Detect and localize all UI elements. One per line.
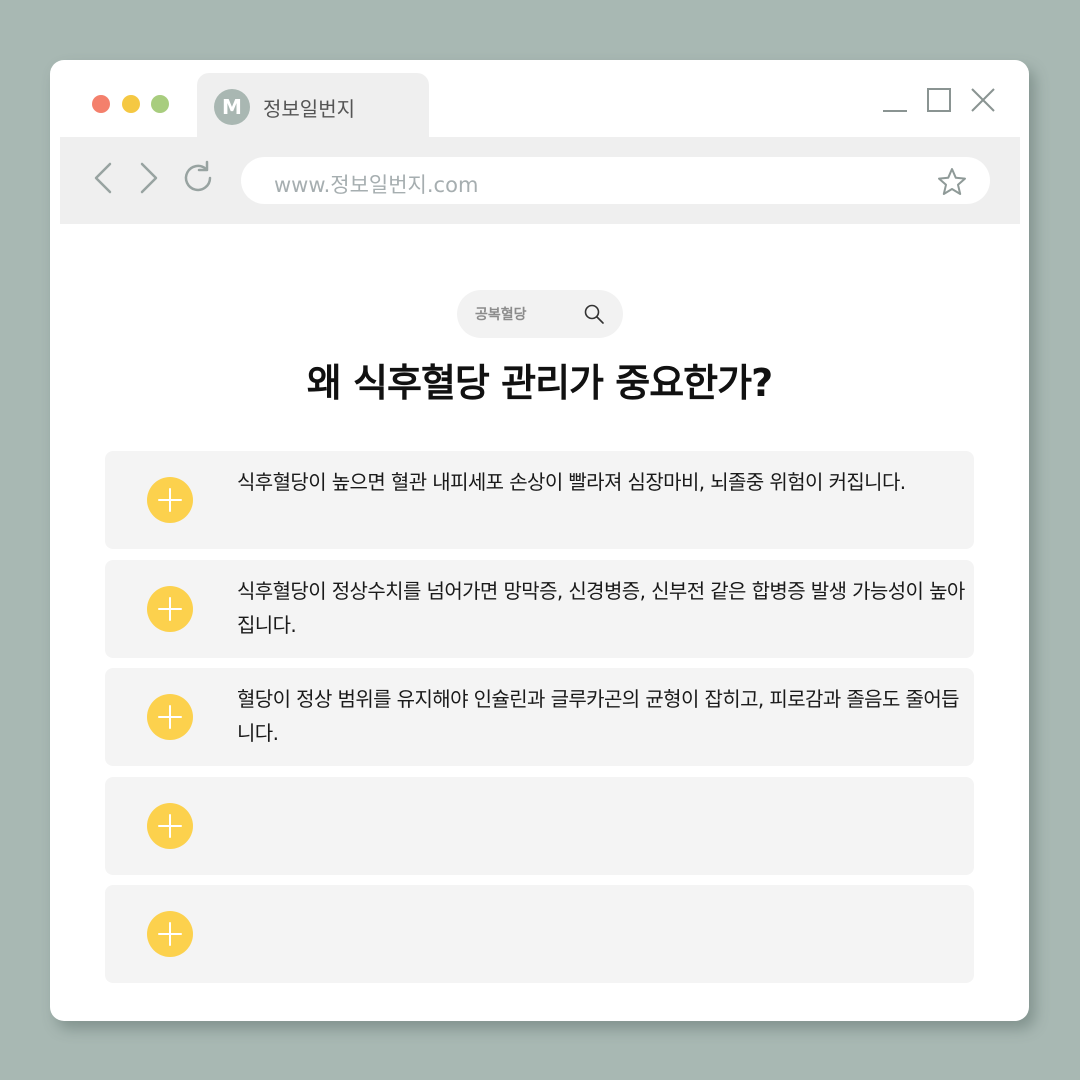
star-icon[interactable]	[936, 166, 968, 198]
close-icon[interactable]	[968, 85, 998, 115]
maximize-icon[interactable]	[924, 85, 954, 115]
info-card[interactable]: 식후혈당이 높으면 혈관 내피세포 손상이 빨라져 심장마비, 뇌졸중 위험이 …	[105, 451, 974, 549]
info-card-text: 식후혈당이 정상수치를 넘어가면 망막증, 신경병증, 신부전 같은 합병증 발…	[237, 579, 965, 637]
info-card[interactable]: 식후혈당이 정상수치를 넘어가면 망막증, 신경병증, 신부전 같은 합병증 발…	[105, 560, 974, 658]
info-card-text: 혈당이 정상 범위를 유지해야 인슐린과 글루카곤의 균형이 잡히고, 피로감과…	[237, 687, 960, 745]
plus-icon[interactable]	[147, 586, 193, 632]
back-arrow-icon[interactable]	[86, 160, 122, 196]
tab-title: 정보일번지	[263, 97, 355, 121]
info-card-text: 식후혈당이 높으면 혈관 내피세포 손상이 빨라져 심장마비, 뇌졸중 위험이 …	[237, 470, 906, 494]
plus-icon[interactable]	[147, 477, 193, 523]
close-dot-icon[interactable]	[92, 95, 110, 113]
forward-arrow-icon[interactable]	[130, 160, 166, 196]
search-icon	[584, 304, 604, 324]
favicon-icon: M	[214, 89, 250, 125]
info-card[interactable]	[105, 885, 974, 983]
info-card[interactable]: 혈당이 정상 범위를 유지해야 인슐린과 글루카곤의 균형이 잡히고, 피로감과…	[105, 668, 974, 766]
minimize-icon[interactable]	[880, 85, 910, 115]
search-chip[interactable]: 공복혈당	[457, 290, 623, 338]
minimize-dot-icon[interactable]	[122, 95, 140, 113]
info-card[interactable]	[105, 777, 974, 875]
plus-icon[interactable]	[147, 911, 193, 957]
browser-window: M 정보일번지 www.정보일번지.com 공복혈당 왜 식후혈당 관리가 중요…	[50, 60, 1029, 1021]
browser-tab[interactable]: M 정보일번지	[197, 73, 429, 139]
plus-icon[interactable]	[147, 694, 193, 740]
address-bar[interactable]: www.정보일번지.com	[241, 157, 990, 204]
browser-toolbar: www.정보일번지.com	[60, 137, 1020, 224]
url-text[interactable]: www.정보일번지.com	[274, 169, 478, 199]
page-title: 왜 식후혈당 관리가 중요한가?	[306, 361, 773, 405]
search-chip-label: 공복혈당	[475, 307, 527, 323]
plus-icon[interactable]	[147, 803, 193, 849]
reload-icon[interactable]	[180, 160, 216, 196]
zoom-dot-icon[interactable]	[151, 95, 169, 113]
